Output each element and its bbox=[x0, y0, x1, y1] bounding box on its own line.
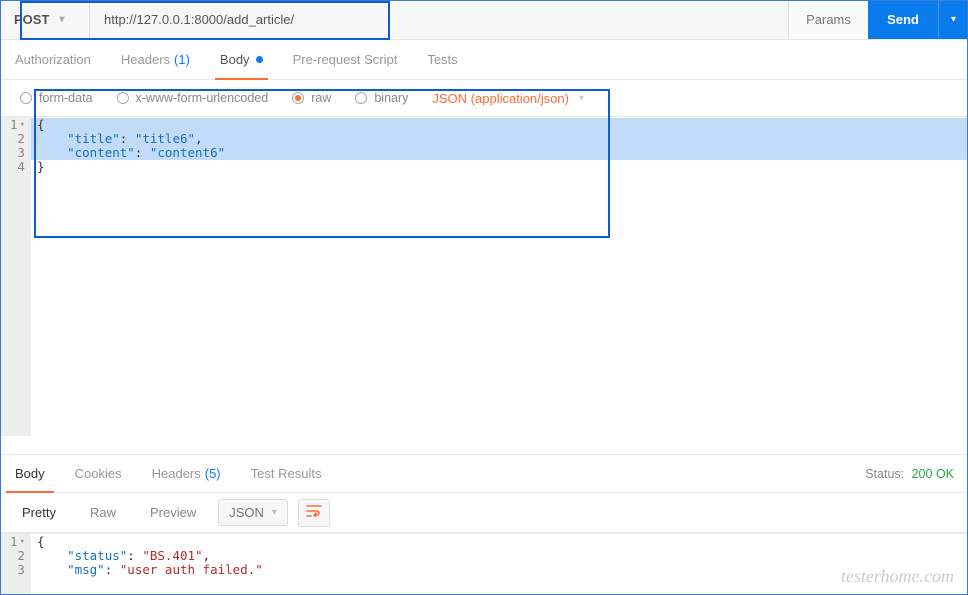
send-dropdown[interactable]: ▾ bbox=[938, 0, 968, 39]
unsaved-dot-icon bbox=[256, 56, 263, 63]
view-pretty[interactable]: Pretty bbox=[10, 499, 68, 526]
response-tabs: Body Cookies Headers (5) Test Results St… bbox=[0, 455, 968, 493]
fold-icon: ▾ bbox=[20, 535, 25, 549]
request-body-editor[interactable]: 1▾ 2 3 4 { "title": "title6", "content":… bbox=[0, 116, 968, 436]
response-body-editor[interactable]: 1▾ 2 3 { "status": "BS.401", "msg": "use… bbox=[0, 533, 968, 595]
code-text: "content6" bbox=[150, 145, 225, 160]
content-type-select[interactable]: JSON (application/json) ▾ bbox=[422, 91, 594, 106]
code-text: "user auth failed." bbox=[120, 562, 263, 577]
radio-icon bbox=[20, 92, 32, 104]
code-text: { bbox=[37, 534, 45, 549]
resp-tab-headers-label: Headers bbox=[152, 466, 201, 481]
params-button[interactable]: Params bbox=[788, 0, 868, 39]
code-text: "BS.401" bbox=[142, 548, 202, 563]
code-text: "title6" bbox=[135, 131, 195, 146]
radio-form-data[interactable]: form-data bbox=[10, 91, 103, 105]
chevron-down-icon: ▾ bbox=[272, 507, 277, 518]
view-raw[interactable]: Raw bbox=[78, 499, 128, 526]
tab-body[interactable]: Body bbox=[205, 40, 278, 79]
radio-icon bbox=[355, 92, 367, 104]
response-view-row: Pretty Raw Preview JSON ▾ bbox=[0, 493, 968, 533]
radio-label: binary bbox=[374, 91, 408, 105]
radio-label: raw bbox=[311, 91, 331, 105]
url-input[interactable] bbox=[90, 0, 788, 39]
radio-raw[interactable]: raw bbox=[282, 91, 341, 105]
method-select[interactable]: POST ▾ bbox=[0, 0, 90, 39]
send-button[interactable]: Send bbox=[868, 0, 938, 39]
radio-icon bbox=[117, 92, 129, 104]
body-type-row: form-data x-www-form-urlencoded raw bina… bbox=[0, 80, 968, 116]
chevron-down-icon: ▾ bbox=[59, 14, 64, 25]
code-text: "status" bbox=[67, 548, 127, 563]
line-gutter: 1▾ 2 3 bbox=[0, 534, 31, 595]
content-type-label: JSON (application/json) bbox=[432, 91, 569, 106]
resp-tab-test-results[interactable]: Test Results bbox=[236, 455, 337, 492]
code-text: { bbox=[37, 117, 45, 132]
tab-tests[interactable]: Tests bbox=[412, 40, 472, 79]
radio-binary[interactable]: binary bbox=[345, 91, 418, 105]
resp-tab-cookies[interactable]: Cookies bbox=[60, 455, 137, 492]
radio-urlencoded[interactable]: x-www-form-urlencoded bbox=[107, 91, 279, 105]
request-tabs: Authorization Headers (1) Body Pre-reque… bbox=[0, 40, 968, 80]
view-preview[interactable]: Preview bbox=[138, 499, 208, 526]
tab-authorization[interactable]: Authorization bbox=[0, 40, 106, 79]
resp-tab-body[interactable]: Body bbox=[0, 455, 60, 492]
code-text: "msg" bbox=[67, 562, 105, 577]
code-area[interactable]: { "title": "title6", "content": "content… bbox=[31, 117, 968, 436]
headers-count: (1) bbox=[174, 52, 190, 67]
status-value: 200 OK bbox=[912, 467, 954, 481]
radio-label: form-data bbox=[39, 91, 93, 105]
chevron-down-icon: ▾ bbox=[579, 93, 584, 104]
response-panel: Body Cookies Headers (5) Test Results St… bbox=[0, 454, 968, 595]
response-format-select[interactable]: JSON ▾ bbox=[218, 499, 288, 526]
code-text: "content" bbox=[67, 145, 135, 160]
wrap-icon bbox=[306, 505, 322, 520]
tab-body-label: Body bbox=[220, 52, 250, 67]
code-text: } bbox=[37, 159, 45, 174]
wrap-lines-button[interactable] bbox=[298, 499, 330, 527]
status-display: Status: 200 OK bbox=[865, 467, 968, 481]
line-gutter: 1▾ 2 3 4 bbox=[0, 117, 31, 436]
format-label: JSON bbox=[229, 505, 264, 520]
code-area[interactable]: { "status": "BS.401", "msg": "user auth … bbox=[31, 534, 968, 595]
fold-icon: ▾ bbox=[20, 118, 25, 132]
resp-tab-headers[interactable]: Headers (5) bbox=[137, 455, 236, 492]
tab-prerequest[interactable]: Pre-request Script bbox=[278, 40, 413, 79]
tab-headers-label: Headers bbox=[121, 52, 170, 67]
radio-icon bbox=[292, 92, 304, 104]
chevron-down-icon: ▾ bbox=[951, 14, 956, 25]
code-text: "title" bbox=[67, 131, 120, 146]
status-label: Status: bbox=[865, 467, 904, 481]
request-bar: POST ▾ Params Send ▾ bbox=[0, 0, 968, 40]
tab-headers[interactable]: Headers (1) bbox=[106, 40, 205, 79]
resp-headers-count: (5) bbox=[205, 466, 221, 481]
radio-label: x-www-form-urlencoded bbox=[136, 91, 269, 105]
method-label: POST bbox=[14, 12, 49, 27]
